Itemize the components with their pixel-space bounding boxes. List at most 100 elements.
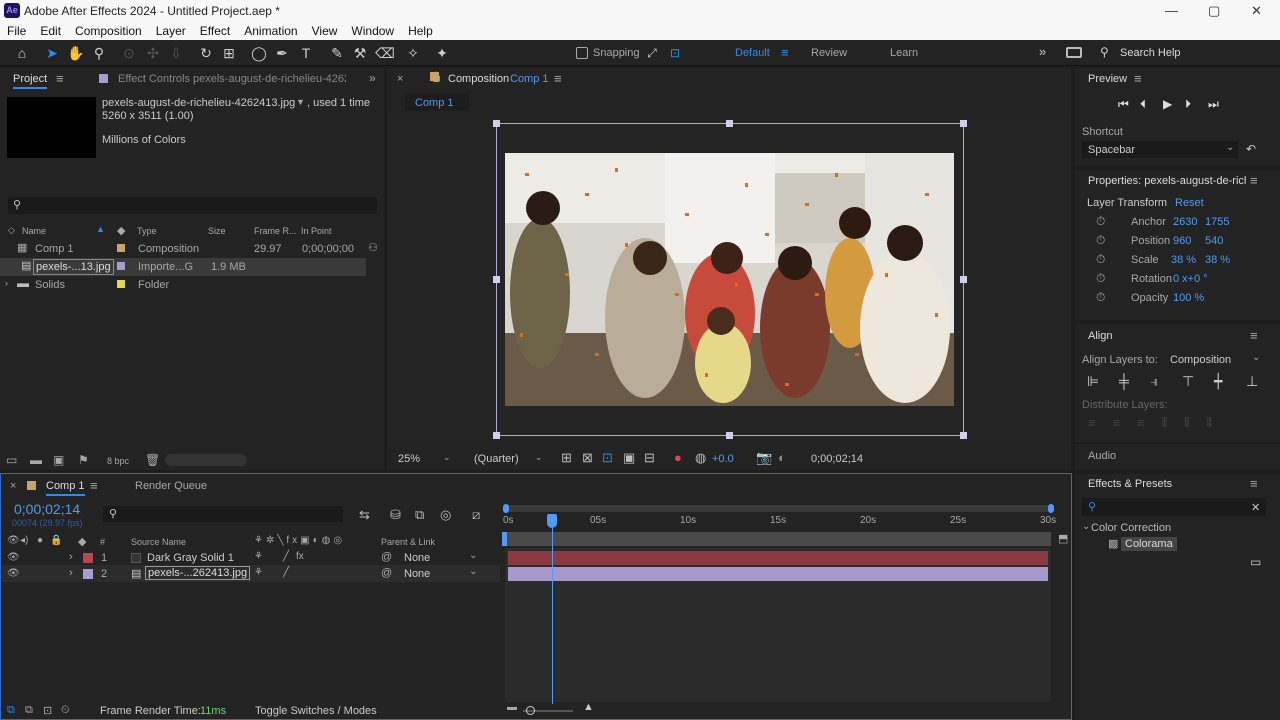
menu-file[interactable]: File [0, 22, 33, 40]
menu-edit[interactable]: Edit [33, 22, 68, 40]
workspace-menu-icon[interactable]: ≡ [781, 45, 789, 60]
transform-handle[interactable] [493, 276, 500, 283]
transform-handle[interactable] [960, 276, 967, 283]
mask-visibility-icon[interactable]: ⊡ [602, 450, 613, 466]
zoom-in-icon[interactable]: ▲ [583, 701, 594, 713]
source-name-header[interactable]: Source Name [131, 537, 186, 547]
align-left-icon[interactable]: ⊫ [1087, 373, 1099, 390]
transform-handle[interactable] [960, 432, 967, 439]
visibility-toggle-icon[interactable]: 👁 [7, 568, 20, 579]
in-out-icon[interactable]: ⊡ [43, 704, 52, 717]
align-top-icon[interactable]: ⊤ [1182, 373, 1194, 390]
exposure-reset-icon[interactable]: ◍ [695, 450, 706, 466]
layer-label-swatch[interactable] [83, 553, 93, 563]
quality-switch-icon[interactable]: ╱ [283, 567, 289, 578]
orbit-tool-icon[interactable]: ⊙ [120, 44, 138, 62]
transform-handle[interactable] [726, 120, 733, 127]
clone-tool-icon[interactable]: ⚒ [351, 44, 369, 62]
comp-current-time[interactable]: 0;00;02;14 [811, 453, 863, 465]
col-frame-rate[interactable]: Frame R... [254, 226, 297, 236]
col-size[interactable]: Size [208, 226, 226, 236]
project-panel-menu-icon[interactable]: ≡ [56, 71, 64, 86]
expand-layer-icon[interactable]: › [69, 551, 73, 563]
effects-menu-icon[interactable]: ≡ [1250, 476, 1258, 491]
sort-ascending-icon[interactable]: ▲ [96, 224, 105, 234]
home-icon[interactable]: ⌂ [13, 44, 31, 62]
timeline-search-input[interactable] [103, 506, 343, 522]
modes-icon[interactable]: ⧉ [25, 704, 33, 717]
transparency-grid-icon[interactable]: ⊠ [582, 450, 593, 466]
new-folder-icon[interactable]: ▬ [30, 453, 42, 467]
project-search-input[interactable] [8, 197, 377, 214]
parent-dropdown[interactable]: None [404, 568, 430, 580]
snapping-checkbox[interactable] [576, 47, 588, 59]
tab-project[interactable]: Project [13, 73, 48, 89]
type-tool-icon[interactable]: T [297, 44, 315, 62]
distribute-icons[interactable]: ≡≡≡⫴⫴⫴ [1088, 415, 1229, 431]
align-right-icon[interactable]: ⫣ [1150, 373, 1158, 390]
work-area-start[interactable] [502, 532, 507, 546]
close-button[interactable]: ✕ [1251, 3, 1262, 19]
zoom-dropdown-icon[interactable]: ⌄ [443, 452, 451, 463]
snap-target-icon[interactable]: ⊡ [666, 44, 684, 62]
zoom-tool-icon[interactable]: ⚲ [90, 44, 108, 62]
menu-layer[interactable]: Layer [149, 22, 193, 40]
delete-icon[interactable]: 🗑 [145, 453, 160, 467]
timeline-menu-icon[interactable]: ≡ [90, 478, 98, 493]
playhead-marker[interactable] [547, 514, 557, 528]
workspace-review[interactable]: Review [811, 47, 847, 59]
snapshot-icon[interactable]: 📷 [756, 450, 772, 466]
align-hcenter-icon[interactable]: ╪ [1119, 373, 1129, 389]
rotation-value[interactable]: 0 x+0 ° [1173, 273, 1208, 285]
comp-mini-flowchart-icon[interactable]: ⇆ [359, 507, 370, 523]
stopwatch-icon[interactable]: ⏱ [1096, 252, 1105, 267]
comp-panel-menu-icon[interactable]: ≡ [554, 71, 562, 86]
transform-reset-link[interactable]: Reset [1175, 197, 1204, 209]
render-time-icon[interactable]: ⏲ [61, 704, 70, 717]
ellipse-tool-icon[interactable]: ◯ [250, 44, 268, 62]
pen-tool-icon[interactable]: ✒ [273, 44, 291, 62]
menu-window[interactable]: Window [344, 22, 401, 40]
graph-editor-icon[interactable]: ⧄ [472, 507, 480, 523]
align-bottom-icon[interactable]: ⊥ [1246, 373, 1258, 390]
effect-item-colorama[interactable]: Colorama [1125, 538, 1173, 550]
eraser-tool-icon[interactable]: ⌫ [375, 44, 395, 62]
zoom-slider-handle[interactable] [526, 706, 535, 715]
puppet-tool-icon[interactable]: ✦ [433, 44, 451, 62]
menu-effect[interactable]: Effect [193, 22, 237, 40]
workspace-default[interactable]: Default [735, 47, 770, 59]
time-navigator[interactable] [505, 505, 1051, 512]
motion-blur-icon[interactable]: ◎ [440, 507, 451, 523]
stopwatch-icon[interactable]: ⏱ [1096, 214, 1105, 229]
project-scrollbar[interactable] [165, 454, 247, 466]
fast-previews-icon[interactable]: ⊞ [561, 450, 572, 466]
menu-help[interactable]: Help [401, 22, 440, 40]
resolution-dropdown-icon[interactable]: ⌄ [535, 452, 543, 463]
close-timeline-tab-icon[interactable]: × [10, 480, 16, 492]
color-channels-icon[interactable]: ● [674, 450, 682, 465]
position-x[interactable]: 960 [1173, 235, 1191, 247]
layer-label-swatch[interactable] [83, 569, 93, 579]
roto-tool-icon[interactable]: ✧ [404, 44, 422, 62]
align-menu-icon[interactable]: ≡ [1250, 328, 1258, 343]
interpret-footage-icon[interactable]: ▭ [6, 453, 17, 467]
exposure-value[interactable]: +0.0 [712, 453, 734, 465]
tab-effect-controls[interactable]: Effect Controls pexels-august-de-richeli… [118, 73, 346, 85]
position-y[interactable]: 540 [1205, 235, 1223, 247]
media-toggle-icon[interactable] [1066, 47, 1082, 58]
anchor-y[interactable]: 1755 [1205, 216, 1229, 228]
first-frame-icon[interactable]: ⏮ [1118, 97, 1129, 112]
hand-tool-icon[interactable]: ✋ [67, 44, 85, 62]
properties-menu-icon[interactable]: ≡ [1250, 173, 1258, 188]
layer-name[interactable]: Dark Gray Solid 1 [147, 552, 234, 564]
footage-dropdown-icon[interactable]: ▼ [296, 97, 305, 107]
category-expand-icon[interactable]: ⌄ [1082, 521, 1090, 532]
transform-handle[interactable] [726, 432, 733, 439]
bit-depth[interactable]: 8 bpc [107, 456, 129, 466]
flowchart-icon[interactable]: ⚇ [368, 241, 378, 254]
panel-overflow-icon[interactable]: » [369, 71, 376, 85]
layer-duration-bar[interactable] [508, 567, 1048, 581]
search-help-icon[interactable]: ⚲ [1100, 45, 1109, 59]
zoom-out-icon[interactable]: ▬ [507, 702, 517, 713]
visibility-toggle-icon[interactable]: 👁 [7, 552, 20, 563]
